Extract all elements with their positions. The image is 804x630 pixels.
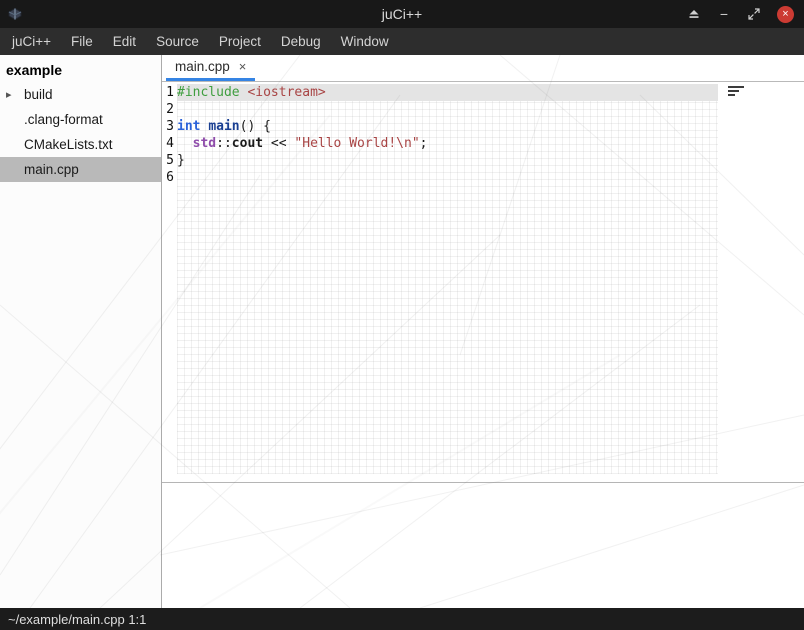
tree-item-build[interactable]: ▸build	[0, 82, 161, 107]
close-button[interactable]: ×	[777, 6, 794, 23]
code-line-2[interactable]: 2	[162, 101, 804, 118]
menu-item-juci[interactable]: juCi++	[2, 28, 61, 55]
code-line-4[interactable]: 4 std::cout << "Hello World!\n";	[162, 135, 804, 152]
menu-bar: juCi++FileEditSourceProjectDebugWindow	[0, 28, 804, 55]
eject-icon[interactable]	[687, 7, 701, 21]
minimap	[728, 86, 748, 98]
main-panel: main.cpp × 1#include <iostream>23int mai…	[162, 55, 804, 608]
menu-item-window[interactable]: Window	[331, 28, 399, 55]
tree-item-label: CMakeLists.txt	[24, 137, 113, 152]
menu-item-project[interactable]: Project	[209, 28, 271, 55]
line-number: 3	[162, 118, 174, 135]
file-tree: ▸build .clang-format CMakeLists.txt main.cp…	[0, 82, 161, 182]
app-window: juCi++ − × juCi++FileEditSourceProjectDe…	[0, 0, 804, 630]
line-code: }	[177, 152, 718, 169]
window-title: juCi++	[0, 0, 804, 28]
line-number: 2	[162, 101, 174, 118]
window-controls: − ×	[687, 0, 794, 28]
file-tree-panel: example ▸build .clang-format CMakeLists.tx…	[0, 55, 162, 608]
restore-icon[interactable]	[747, 7, 761, 21]
status-file-position: ~/example/main.cpp 1:1	[8, 612, 146, 627]
line-number: 4	[162, 135, 174, 152]
menu-item-debug[interactable]: Debug	[271, 28, 331, 55]
line-code	[177, 101, 718, 118]
code-line-3[interactable]: 3int main() {	[162, 118, 804, 135]
code-line-5[interactable]: 5}	[162, 152, 804, 169]
content-area: example ▸build .clang-format CMakeLists.tx…	[0, 55, 804, 608]
tree-item-main-cpp[interactable]: main.cpp	[0, 157, 161, 182]
menu-item-source[interactable]: Source	[146, 28, 209, 55]
tree-item-label: .clang-format	[24, 112, 103, 127]
code-line-6[interactable]: 6	[162, 169, 804, 186]
expander-icon[interactable]: ▸	[6, 88, 24, 101]
line-code: std::cout << "Hello World!\n";	[177, 135, 718, 152]
tab-close-icon[interactable]: ×	[239, 59, 247, 74]
line-code: #include <iostream>	[177, 84, 718, 101]
output-panel[interactable]	[162, 483, 804, 608]
line-number: 6	[162, 169, 174, 186]
tree-item-clang-format[interactable]: .clang-format	[0, 107, 161, 132]
line-number: 1	[162, 84, 174, 101]
minimize-button[interactable]: −	[717, 7, 731, 21]
menu-item-file[interactable]: File	[61, 28, 103, 55]
tree-item-label: main.cpp	[24, 162, 79, 177]
line-code: int main() {	[177, 118, 718, 135]
code-editor[interactable]: 1#include <iostream>23int main() {4 std:…	[162, 82, 804, 483]
tree-item-cmakelists-txt[interactable]: CMakeLists.txt	[0, 132, 161, 157]
close-icon: ×	[782, 6, 788, 23]
title-bar: juCi++ − ×	[0, 0, 804, 28]
editor-lines: 1#include <iostream>23int main() {4 std:…	[162, 82, 804, 186]
menu-item-edit[interactable]: Edit	[103, 28, 146, 55]
line-number: 5	[162, 152, 174, 169]
project-root-label[interactable]: example	[0, 55, 161, 82]
tab-bar: main.cpp ×	[162, 55, 804, 82]
tree-item-label: build	[24, 87, 53, 102]
line-code	[177, 169, 718, 186]
tab-label: main.cpp	[175, 59, 230, 74]
tab-main-cpp[interactable]: main.cpp ×	[166, 55, 255, 81]
status-bar: ~/example/main.cpp 1:1	[0, 608, 804, 630]
code-line-1[interactable]: 1#include <iostream>	[162, 84, 804, 101]
